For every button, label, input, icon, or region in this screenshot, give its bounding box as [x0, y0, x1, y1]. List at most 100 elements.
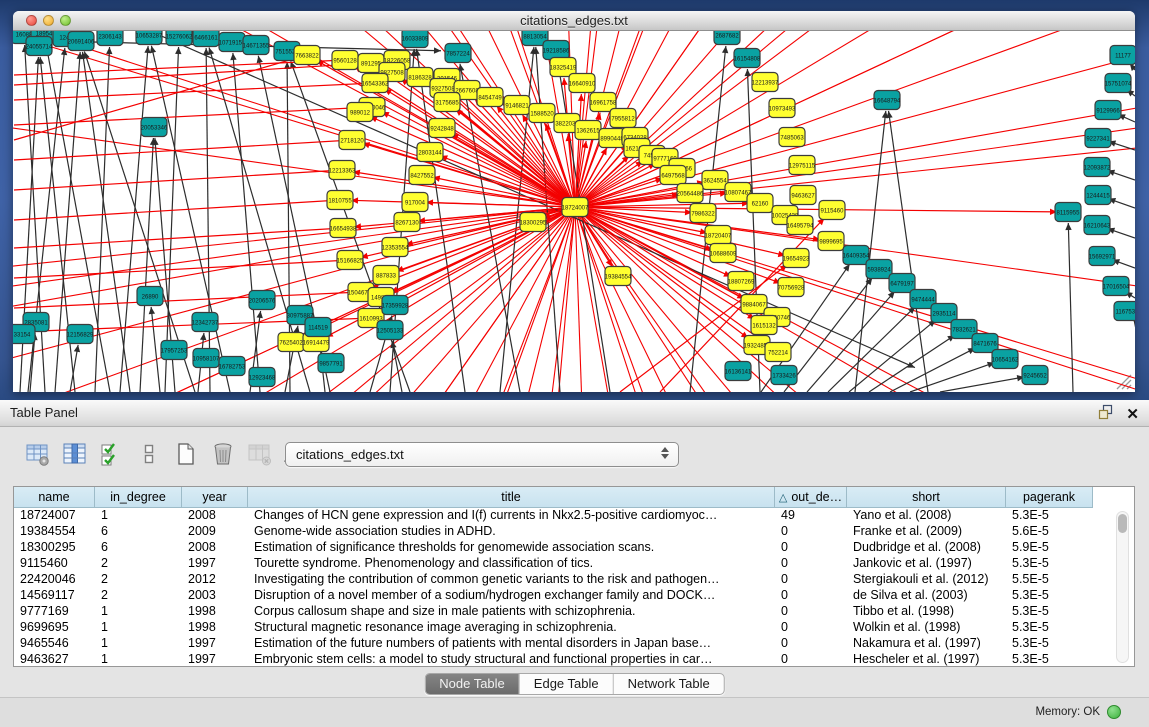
- table-cell[interactable]: 5.3E-5: [1006, 652, 1093, 667]
- graph-node[interactable]: 16033809: [402, 31, 429, 48]
- table-cell[interactable]: 1997: [182, 652, 248, 667]
- graph-node[interactable]: 17016504: [1103, 277, 1130, 296]
- column-header-in_degree[interactable]: in_degree: [95, 487, 182, 508]
- table-row[interactable]: 969969511998Structural magnetic resonanc…: [14, 620, 1134, 636]
- graph-node[interactable]: 10653287: [136, 31, 163, 45]
- table-cell[interactable]: 5.6E-5: [1006, 524, 1093, 540]
- table-cell[interactable]: 9699695: [14, 620, 95, 636]
- table-cell[interactable]: 1: [95, 508, 182, 524]
- graph-node[interactable]: 16154808: [734, 49, 761, 68]
- table-row[interactable]: 977716911998Corpus callosum shape and si…: [14, 604, 1134, 620]
- network-table-selector[interactable]: citations_edges.txt: [285, 442, 679, 467]
- table-cell[interactable]: 0: [775, 620, 847, 636]
- graph-node[interactable]: 10958107: [193, 349, 220, 368]
- graph-node-hub[interactable]: 18724007: [562, 198, 589, 217]
- table-panel-titlebar[interactable]: Table Panel ✕: [0, 400, 1149, 427]
- graph-node[interactable]: 18300295: [520, 213, 547, 232]
- graph-node[interactable]: 1244415: [1085, 186, 1111, 205]
- graph-node[interactable]: 9245652: [1022, 366, 1048, 385]
- graph-node[interactable]: 15166825: [337, 251, 364, 270]
- table-cell[interactable]: 22420046: [14, 572, 95, 588]
- graph-node[interactable]: 26890: [137, 287, 163, 306]
- graph-node[interactable]: 18807269: [728, 272, 755, 291]
- graph-node[interactable]: 8186328: [407, 68, 433, 87]
- table-cell[interactable]: 9465546: [14, 636, 95, 652]
- column-header-pagerank[interactable]: pagerank: [1006, 487, 1093, 508]
- table-cell[interactable]: Franke et al. (2009): [847, 524, 1006, 540]
- graph-node[interactable]: 752214: [765, 343, 791, 362]
- table-cell[interactable]: Yano et al. (2008): [847, 508, 1006, 524]
- table-cell[interactable]: 0: [775, 588, 847, 604]
- table-cell[interactable]: 0: [775, 556, 847, 572]
- graph-node[interactable]: 5938924: [866, 260, 892, 279]
- table-cell[interactable]: 1997: [182, 636, 248, 652]
- graph-node[interactable]: 12213937: [752, 73, 779, 92]
- table-row[interactable]: 946362711997Embryonic stem cells: a mode…: [14, 652, 1134, 667]
- column-header-title[interactable]: title: [248, 487, 775, 508]
- row-selection-icon[interactable]: [98, 440, 126, 468]
- graph-node[interactable]: 10688609: [710, 244, 737, 263]
- table-cell[interactable]: 2: [95, 556, 182, 572]
- graph-node[interactable]: 3175685: [434, 93, 460, 112]
- graph-node[interactable]: 12353554: [382, 238, 409, 257]
- graph-node[interactable]: 9115460: [819, 201, 845, 220]
- graph-node[interactable]: 7955812: [610, 109, 636, 128]
- graph-node[interactable]: 9146821: [504, 96, 530, 115]
- graph-node[interactable]: 19654923: [783, 249, 810, 268]
- graph-node[interactable]: 7857224: [445, 44, 471, 63]
- graph-node[interactable]: 7625402: [278, 333, 304, 352]
- graph-node[interactable]: 33154: [13, 325, 35, 344]
- table-cell[interactable]: Estimation of the future numbers of pati…: [248, 636, 775, 652]
- table-row[interactable]: 946554611997Estimation of the future num…: [14, 636, 1134, 652]
- minimize-window-button[interactable]: [43, 15, 54, 26]
- graph-node[interactable]: 917004: [402, 193, 428, 212]
- table-cell[interactable]: Dudbridge et al. (2008): [847, 540, 1006, 556]
- graph-node[interactable]: 10973493: [769, 99, 796, 118]
- table-cell[interactable]: 0: [775, 524, 847, 540]
- column-visibility-icon[interactable]: [61, 440, 89, 468]
- table-row[interactable]: 1456911722003Disruption of a novel membe…: [14, 588, 1134, 604]
- close-window-button[interactable]: [26, 15, 37, 26]
- graph-node[interactable]: 9884067: [741, 295, 767, 314]
- delete-column-icon[interactable]: [209, 440, 237, 468]
- table-cell[interactable]: Nakamura et al. (1997): [847, 636, 1006, 652]
- table-cell[interactable]: Changes of HCN gene expression and I(f) …: [248, 508, 775, 524]
- table-cell[interactable]: 6: [95, 540, 182, 556]
- graph-node[interactable]: 20206576: [249, 291, 276, 310]
- graph-node[interactable]: 7663822: [294, 46, 320, 65]
- table-cell[interactable]: 5.3E-5: [1006, 620, 1093, 636]
- graph-node[interactable]: 2306143: [97, 31, 123, 46]
- column-header-short[interactable]: short: [847, 487, 1006, 508]
- graph-node[interactable]: 8990448: [599, 129, 625, 148]
- graph-node[interactable]: 1167534: [1114, 302, 1135, 321]
- graph-node[interactable]: 12923468: [249, 368, 276, 387]
- table-cell[interactable]: 1: [95, 604, 182, 620]
- graph-node[interactable]: 9242848: [429, 119, 455, 138]
- table-cell[interactable]: Estimation of significance thresholds fo…: [248, 540, 775, 556]
- table-cell[interactable]: 2012: [182, 572, 248, 588]
- graph-node[interactable]: 20564486: [677, 184, 704, 203]
- table-row[interactable]: 1830029562008Estimation of significance …: [14, 540, 1134, 556]
- table-cell[interactable]: 0: [775, 652, 847, 667]
- graph-node[interactable]: 15751074: [1105, 74, 1132, 93]
- graph-node[interactable]: 14671355: [243, 36, 270, 55]
- graph-node[interactable]: 15276062: [166, 31, 193, 46]
- graph-node[interactable]: 9560128: [332, 51, 358, 70]
- float-panel-icon[interactable]: [1098, 404, 1114, 425]
- tab-node-table[interactable]: Node Table: [425, 674, 520, 694]
- table-cell[interactable]: 5.3E-5: [1006, 588, 1093, 604]
- graph-node[interactable]: 19384554: [605, 267, 632, 286]
- table-cell[interactable]: 2008: [182, 508, 248, 524]
- graph-node[interactable]: 2803144: [417, 143, 443, 162]
- graph-node[interactable]: 8427552: [409, 166, 435, 185]
- table-cell[interactable]: 1998: [182, 604, 248, 620]
- network-canvas-container[interactable]: 1608818954124424055714206914062306143106…: [13, 31, 1135, 392]
- table-cell[interactable]: Disruption of a novel member of a sodium…: [248, 588, 775, 604]
- graph-node[interactable]: 19218586: [543, 41, 570, 60]
- table-row[interactable]: 1938455462009Genome-wide association stu…: [14, 524, 1134, 540]
- graph-node[interactable]: 62160: [747, 194, 773, 213]
- graph-node[interactable]: 12505133: [377, 321, 404, 340]
- table-cell[interactable]: 9115460: [14, 556, 95, 572]
- column-header-out_de[interactable]: △out_de…: [775, 487, 847, 508]
- tab-edge-table[interactable]: Edge Table: [520, 674, 614, 694]
